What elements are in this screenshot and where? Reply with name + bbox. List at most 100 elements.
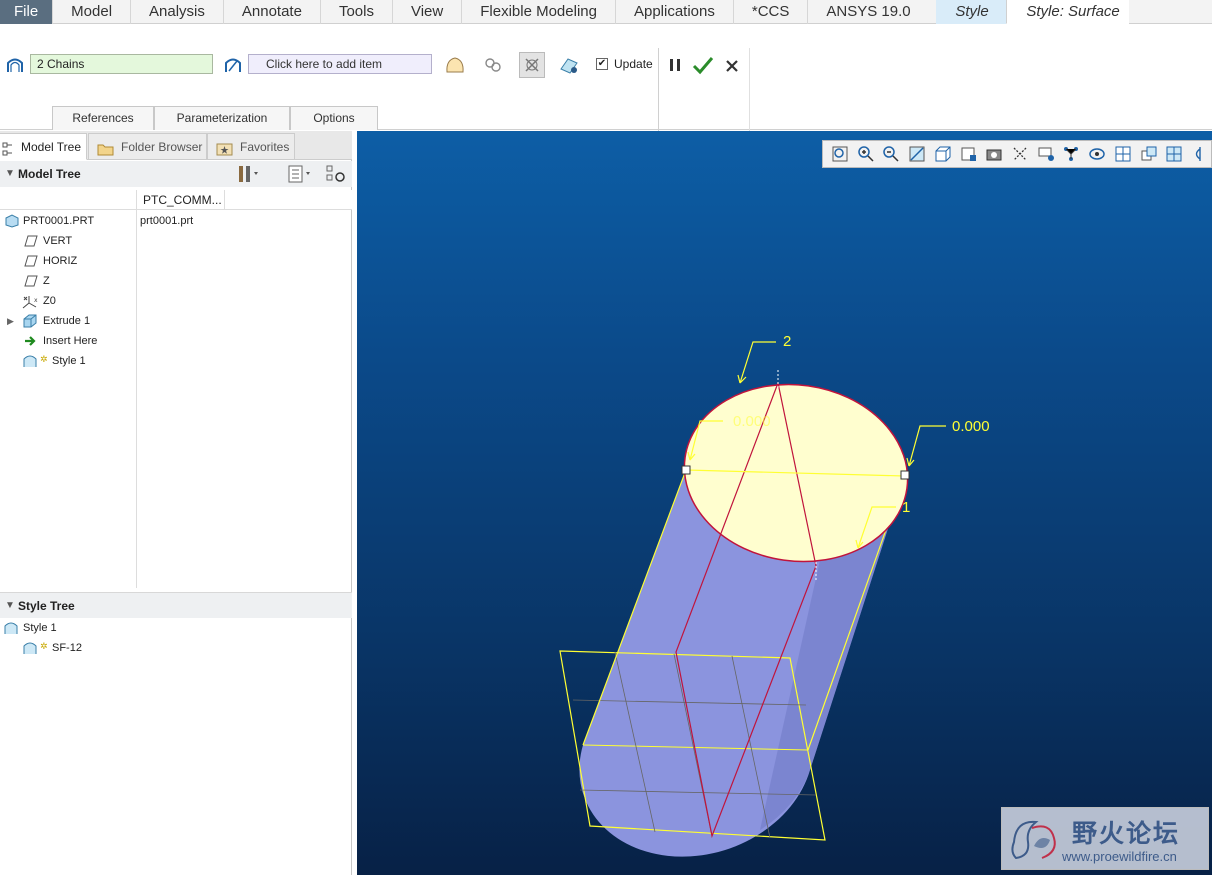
watermark-title: 野火论坛 [1072, 820, 1181, 848]
tree-item-style-1[interactable]: ✲ Style 1 [21, 351, 86, 371]
collapse-triangle-icon[interactable]: ▼ [5, 161, 15, 187]
surface-analysis-icon[interactable] [558, 54, 580, 76]
tab-file[interactable]: File [0, 0, 54, 24]
tab-flexible-modeling[interactable]: Flexible Modeling [462, 0, 616, 24]
tab-model-tree-label: Model Tree [21, 140, 82, 154]
navigator-tabs: Model Tree Folder Browser Favorites [0, 131, 352, 160]
pause-icon[interactable] [664, 54, 686, 76]
zoom-in-icon[interactable] [855, 144, 877, 164]
ok-checkmark-icon[interactable] [692, 54, 714, 76]
tab-style-surface[interactable]: Style: Surface [1006, 0, 1130, 24]
collapse-triangle-icon[interactable]: ▼ [5, 593, 15, 619]
svg-text:x: x [34, 297, 38, 304]
app-window: File Model Analysis Annotate Tools View … [0, 0, 1212, 875]
style-tree-item-sf-12[interactable]: ✲ SF-12 [21, 638, 82, 658]
annotation-display-icon[interactable] [1061, 144, 1083, 164]
model-tree-icon [2, 140, 18, 156]
add-item-field[interactable]: Click here to add item [248, 54, 432, 74]
tree-item-z[interactable]: Z [21, 271, 50, 291]
section-icon[interactable] [1138, 144, 1160, 164]
display-style-icon[interactable] [932, 144, 954, 164]
expand-arrow-icon[interactable]: ▶ [7, 311, 14, 331]
show-list-icon[interactable] [287, 164, 313, 187]
connect-surface-icon[interactable] [482, 54, 504, 76]
view-toolbar [822, 140, 1212, 168]
tab-style[interactable]: Style [936, 0, 1007, 24]
annotation-label-0-left[interactable]: 0.000 [733, 413, 771, 430]
graphics-viewport[interactable]: 2 0.000 0.000 1 [357, 131, 1212, 875]
tree-toolbar [237, 164, 347, 187]
tab-folder-browser[interactable]: Folder Browser [88, 133, 207, 160]
tree-item-horiz[interactable]: HORIZ [21, 251, 77, 271]
column-divider [224, 190, 225, 210]
tree-item-label: PRT0001.PRT [23, 215, 95, 227]
tree-item-vert[interactable]: VERT [21, 231, 72, 251]
refit-icon[interactable] [829, 144, 851, 164]
tab-annotate[interactable]: Annotate [224, 0, 321, 24]
tree-item-label: Style 1 [52, 355, 86, 367]
curve-endpoint-handle [681, 465, 691, 475]
cancel-x-icon[interactable] [721, 55, 743, 77]
tab-tools[interactable]: Tools [321, 0, 393, 24]
model-scene[interactable] [357, 131, 1212, 875]
tree-item-insert-here[interactable]: Insert Here [21, 331, 97, 351]
settings-tools-icon[interactable] [237, 164, 259, 187]
annotation-label-1[interactable]: 1 [902, 499, 910, 516]
appearance-icon[interactable] [1189, 144, 1211, 164]
coordinate-display-icon[interactable] [1086, 144, 1108, 164]
tree-item-prt0001-common-name: prt0001.prt [140, 215, 194, 227]
chains-collector-field[interactable]: 2 Chains [30, 54, 213, 74]
subtab-options[interactable]: Options [290, 106, 378, 130]
tab-view[interactable]: View [393, 0, 463, 24]
folder-icon [97, 140, 114, 156]
annotation-label-2[interactable]: 2 [783, 333, 791, 350]
reference-collector-icon[interactable] [222, 54, 244, 76]
style-tree-header[interactable]: ▼ Style Tree [0, 592, 352, 618]
tab-model-tree[interactable]: Model Tree [0, 133, 87, 160]
style-tree-title: Style Tree [18, 599, 75, 613]
named-views-icon[interactable] [983, 144, 1005, 164]
update-checkbox[interactable]: ✔ Update [596, 57, 653, 71]
chain-collector-icon[interactable] [4, 54, 26, 76]
style-feature-icon [3, 621, 19, 635]
tab-ansys[interactable]: ANSYS 19.0 [808, 0, 936, 24]
subtab-parameterization[interactable]: Parameterization [154, 106, 290, 130]
datum-plane-icon [23, 254, 39, 268]
tab-analysis[interactable]: Analysis [131, 0, 224, 24]
perspective-icon[interactable] [1164, 144, 1186, 164]
tab-ccs[interactable]: *CCS [734, 0, 809, 24]
repaint-icon[interactable] [906, 144, 928, 164]
checkbox-checked-icon: ✔ [596, 58, 608, 70]
tree-item-extrude-1[interactable]: ▶ Extrude 1 [6, 311, 90, 331]
filter-icon[interactable] [325, 164, 347, 187]
tree-item-label: HORIZ [43, 255, 78, 267]
tree-item-label: Insert Here [43, 335, 98, 347]
zoom-out-icon[interactable] [880, 144, 902, 164]
subtab-references[interactable]: References [52, 106, 154, 130]
tree-item-label: Z0 [43, 295, 56, 307]
internal-curves-icon[interactable] [519, 52, 545, 78]
forum-watermark: 野火论坛 www.proewildfire.cn [1001, 807, 1209, 870]
tree-column-header: PTC_COMM... [0, 190, 352, 210]
datum-plane-icon [23, 274, 39, 288]
tree-item-label: VERT [43, 235, 73, 247]
menu-bar: File Model Analysis Annotate Tools View … [0, 0, 1212, 24]
surface-preview-icon[interactable] [444, 54, 466, 76]
spin-center-icon[interactable] [1035, 144, 1057, 164]
annotation-label-0-right[interactable]: 0.000 [952, 418, 990, 435]
style-tree-item-style-1[interactable]: Style 1 [2, 618, 57, 638]
ribbon: 2 Chains Click here to add item ✔ Update [0, 24, 1212, 154]
tab-applications[interactable]: Applications [616, 0, 734, 24]
view-manager-icon[interactable] [1112, 144, 1134, 164]
tab-model[interactable]: Model [53, 0, 132, 24]
model-tree-title: Model Tree [18, 167, 81, 181]
tree-item-label: Style 1 [23, 622, 57, 634]
tab-favorites[interactable]: Favorites [207, 133, 295, 160]
datum-display-icon[interactable] [1009, 144, 1031, 164]
tab-folder-browser-label: Folder Browser [121, 140, 203, 154]
column-separator [136, 190, 137, 588]
saved-orientations-icon[interactable] [958, 144, 980, 164]
tree-item-z0[interactable]: x Z0 [21, 291, 56, 311]
column-ptc-common-name[interactable]: PTC_COMM... [143, 193, 222, 207]
tree-item-prt0001[interactable]: PRT0001.PRT [2, 211, 132, 231]
